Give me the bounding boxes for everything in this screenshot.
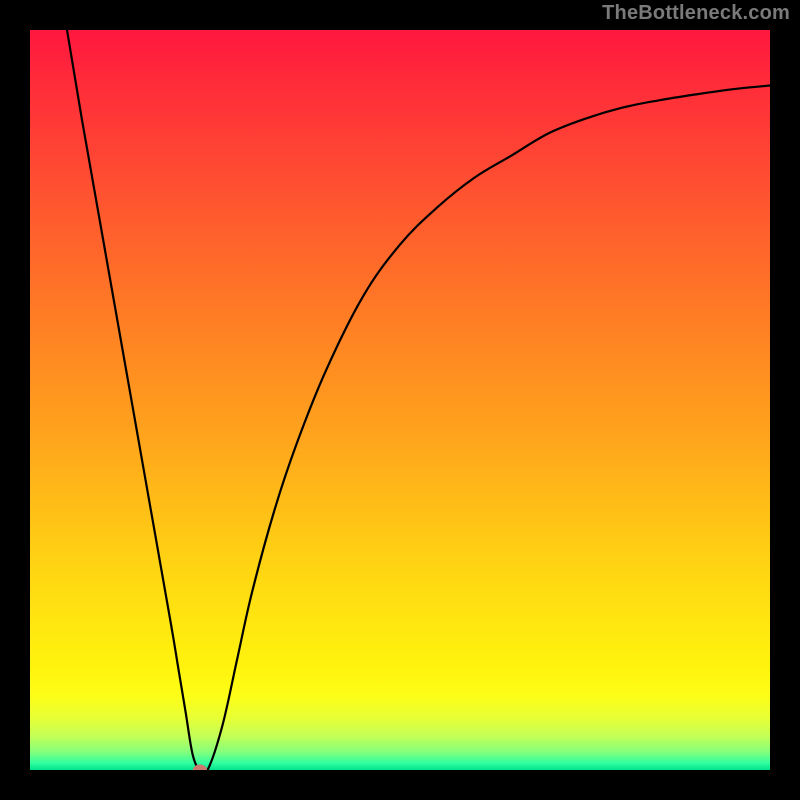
plot-area	[30, 30, 770, 770]
chart-frame: TheBottleneck.com	[0, 0, 800, 800]
watermark: TheBottleneck.com	[602, 2, 790, 25]
optimal-point-marker	[193, 765, 207, 771]
curve-layer	[30, 30, 770, 770]
bottleneck-curve	[67, 30, 770, 770]
